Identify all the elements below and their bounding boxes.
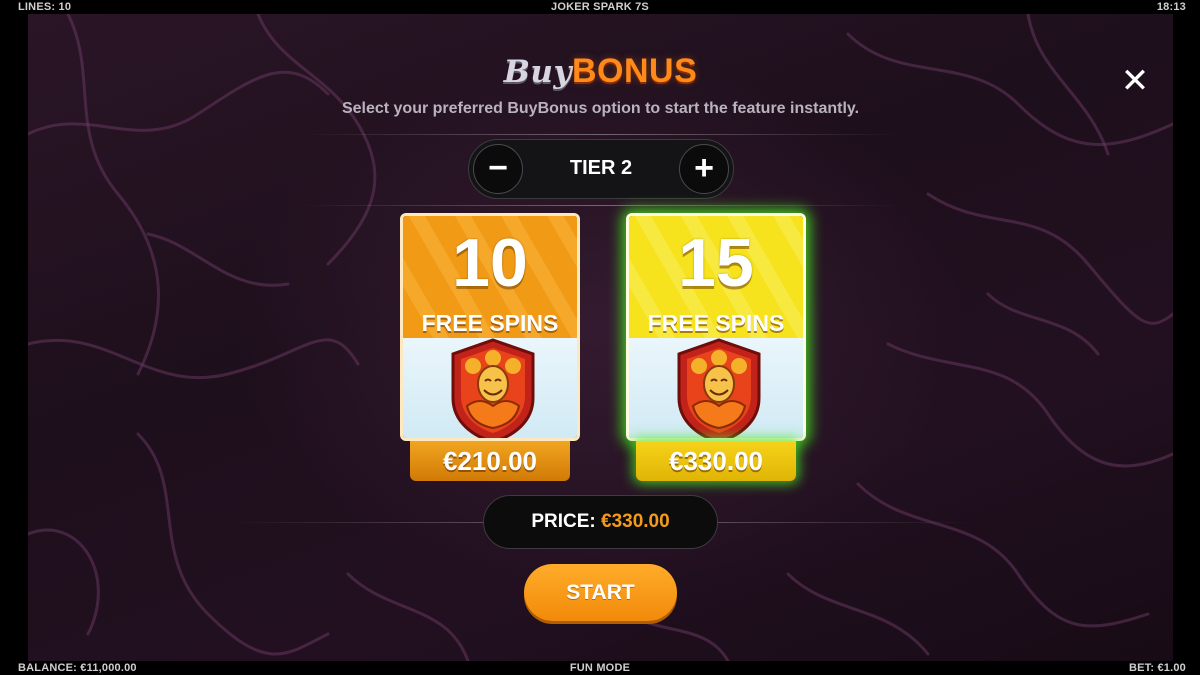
tier-label: TIER 2 bbox=[569, 157, 633, 179]
clock: 18:13 bbox=[1156, 1, 1186, 13]
buy-bonus-title: BuyBONUS bbox=[28, 52, 1173, 91]
price-value: €330.00 bbox=[601, 511, 670, 532]
bonus-option-10-spins[interactable]: 10 FREE SPINS €210.00 bbox=[400, 213, 580, 483]
spins-count: 10 bbox=[452, 225, 528, 301]
instructions-text: Select your preferred BuyBonus option to… bbox=[341, 100, 860, 117]
price-label: PRICE: bbox=[531, 511, 596, 532]
joker-badge-icon bbox=[677, 338, 761, 438]
tier-increase-button[interactable]: + bbox=[679, 144, 729, 194]
option-card: 10 FREE SPINS bbox=[400, 213, 580, 441]
option-card-selected: 15 FREE SPINS bbox=[626, 213, 806, 441]
buy-bonus-panel: BuyBONUS Select your preferred BuyBonus … bbox=[28, 14, 1173, 661]
title-buy: Buy bbox=[503, 54, 572, 90]
start-button[interactable]: START bbox=[524, 564, 677, 621]
bottom-status-bar: BALANCE: €11,000.00 FUN MODE BET: €1.00 bbox=[0, 661, 1200, 675]
divider-top bbox=[300, 134, 900, 135]
title-bonus: BONUS bbox=[571, 52, 698, 90]
free-spins-label: FREE SPINS bbox=[647, 310, 785, 336]
spins-count: 15 bbox=[678, 225, 754, 301]
joker-badge-icon bbox=[451, 338, 535, 438]
price-display: PRICE: €330.00 bbox=[483, 495, 718, 549]
close-icon[interactable]: ✕ bbox=[1120, 64, 1150, 98]
top-status-bar: LINES: 10 JOKER SPARK 7S 18:13 bbox=[0, 0, 1200, 14]
tier-selector: − TIER 2 + bbox=[468, 139, 734, 199]
mode-indicator: FUN MODE bbox=[569, 662, 631, 674]
bonus-option-15-spins[interactable]: 15 FREE SPINS €330.00 bbox=[626, 213, 806, 483]
option-price: €330.00 bbox=[636, 441, 796, 481]
game-title: JOKER SPARK 7S bbox=[551, 1, 649, 13]
free-spins-label: FREE SPINS bbox=[421, 310, 559, 336]
tier-decrease-button[interactable]: − bbox=[473, 144, 523, 194]
divider-middle bbox=[300, 205, 900, 206]
bet-display: BET: €1.00 bbox=[1128, 662, 1186, 674]
option-price: €210.00 bbox=[410, 441, 570, 481]
